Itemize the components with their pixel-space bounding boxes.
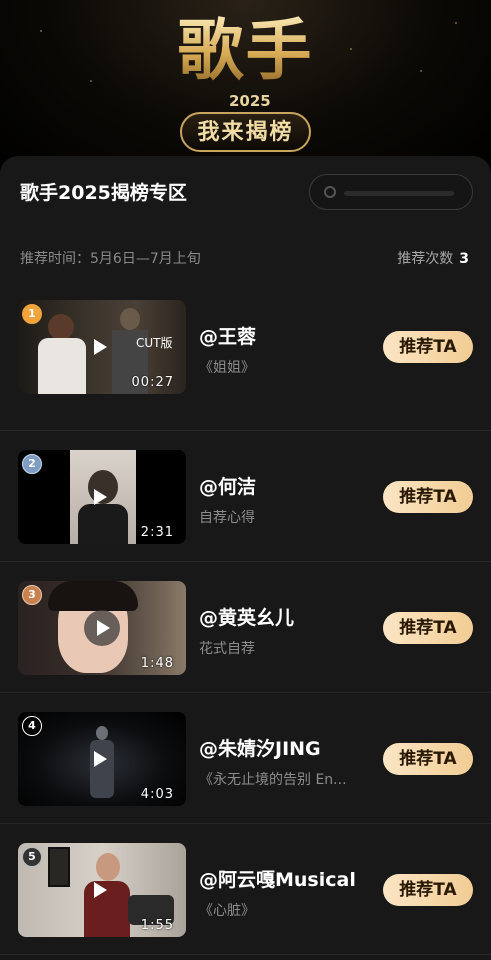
singer-list: 1 CUT版 00:27 @王蓉 《姐姐》 推荐TA 2 2:31 @何洁 自荐… — [0, 300, 491, 960]
singer-figure — [90, 740, 114, 798]
rank-badge: 3 — [22, 585, 42, 605]
recommend-meta: 推荐时间：5月6日—7月上旬 推荐次数 3 — [20, 248, 473, 268]
show-logo-subtitle: 我来揭榜 — [180, 112, 311, 152]
list-item[interactable]: 3 1:48 @黄英幺儿 花式自荐 推荐TA — [0, 562, 491, 693]
singer-figure — [96, 726, 108, 740]
recommend-button[interactable]: 推荐TA — [383, 481, 473, 513]
singer-figure — [48, 314, 74, 340]
play-icon — [94, 489, 107, 505]
video-duration: 4:03 — [140, 787, 174, 802]
search-icon — [324, 186, 336, 198]
list-item[interactable]: 2 2:31 @何洁 自荐心得 推荐TA — [0, 431, 491, 562]
list-item-partial — [0, 955, 491, 960]
video-thumbnail[interactable]: 2 2:31 — [18, 450, 186, 544]
video-duration: 2:31 — [140, 525, 174, 540]
singer-name[interactable]: @何洁 — [199, 472, 256, 499]
video-duration: 1:55 — [140, 918, 174, 933]
singer-hair — [48, 581, 138, 611]
song-description: 自荐心得 — [199, 510, 255, 526]
singer-name[interactable]: @王蓉 — [199, 322, 256, 349]
singer-figure — [38, 338, 86, 394]
singer-name[interactable]: @朱婧汐JING — [199, 734, 321, 761]
video-duration: 1:48 — [140, 656, 174, 671]
video-duration: 00:27 — [131, 375, 174, 390]
play-icon — [94, 751, 107, 767]
guitarist-figure — [120, 308, 140, 330]
play-button[interactable] — [84, 610, 120, 646]
singer-figure — [84, 881, 130, 937]
singer-figure — [78, 504, 128, 544]
search-placeholder — [344, 191, 454, 196]
song-description: 《心脏》 — [199, 903, 255, 919]
singer-name[interactable]: @黄英幺儿 — [199, 603, 294, 630]
rank-badge: 4 — [22, 716, 42, 736]
song-description: 《姐姐》 — [199, 360, 255, 376]
recommend-button[interactable]: 推荐TA — [383, 743, 473, 775]
video-thumbnail[interactable]: 1 CUT版 00:27 — [18, 300, 186, 394]
recommend-button[interactable]: 推荐TA — [383, 331, 473, 363]
recommend-button[interactable]: 推荐TA — [383, 874, 473, 906]
recommend-count-value: 3 — [459, 251, 469, 267]
ranking-panel: 歌手2025揭榜专区 推荐时间：5月6日—7月上旬 推荐次数 3 1 CUT版 0… — [0, 156, 491, 960]
header-banner: 歌手 2025 我来揭榜 — [0, 0, 491, 175]
recommend-button[interactable]: 推荐TA — [383, 612, 473, 644]
show-logo-year: 2025 — [229, 92, 271, 110]
song-description: 《永无止境的告别 En... — [199, 772, 347, 788]
video-thumbnail[interactable]: 4 4:03 — [18, 712, 186, 806]
list-item[interactable]: 1 CUT版 00:27 @王蓉 《姐姐》 推荐TA — [0, 300, 491, 431]
rank-badge: 5 — [22, 847, 42, 867]
search-input[interactable] — [309, 174, 473, 210]
play-icon — [94, 339, 107, 355]
list-item[interactable]: 4 4:03 @朱婧汐JING 《永无止境的告别 En... 推荐TA — [0, 693, 491, 824]
list-item[interactable]: 5 1:55 @阿云嘎Musical 《心脏》 推荐TA — [0, 824, 491, 955]
play-icon — [94, 882, 107, 898]
song-description: 花式自荐 — [199, 641, 255, 657]
video-thumbnail[interactable]: 5 1:55 — [18, 843, 186, 937]
cut-version-label: CUT版 — [136, 336, 173, 350]
rank-badge: 1 — [22, 304, 42, 324]
recommend-count-label: 推荐次数 — [397, 251, 454, 267]
show-logo: 歌手 — [0, 10, 491, 90]
video-thumbnail[interactable]: 3 1:48 — [18, 581, 186, 675]
singer-figure — [96, 853, 120, 881]
panel-title: 歌手2025揭榜专区 — [20, 182, 187, 204]
rank-badge: 2 — [22, 454, 42, 474]
singer-name[interactable]: @阿云嘎Musical — [199, 865, 356, 892]
play-icon — [97, 620, 110, 636]
recommend-count: 推荐次数 3 — [397, 248, 469, 268]
recommend-time: 推荐时间：5月6日—7月上旬 — [20, 251, 201, 267]
wall-frame — [48, 847, 70, 887]
